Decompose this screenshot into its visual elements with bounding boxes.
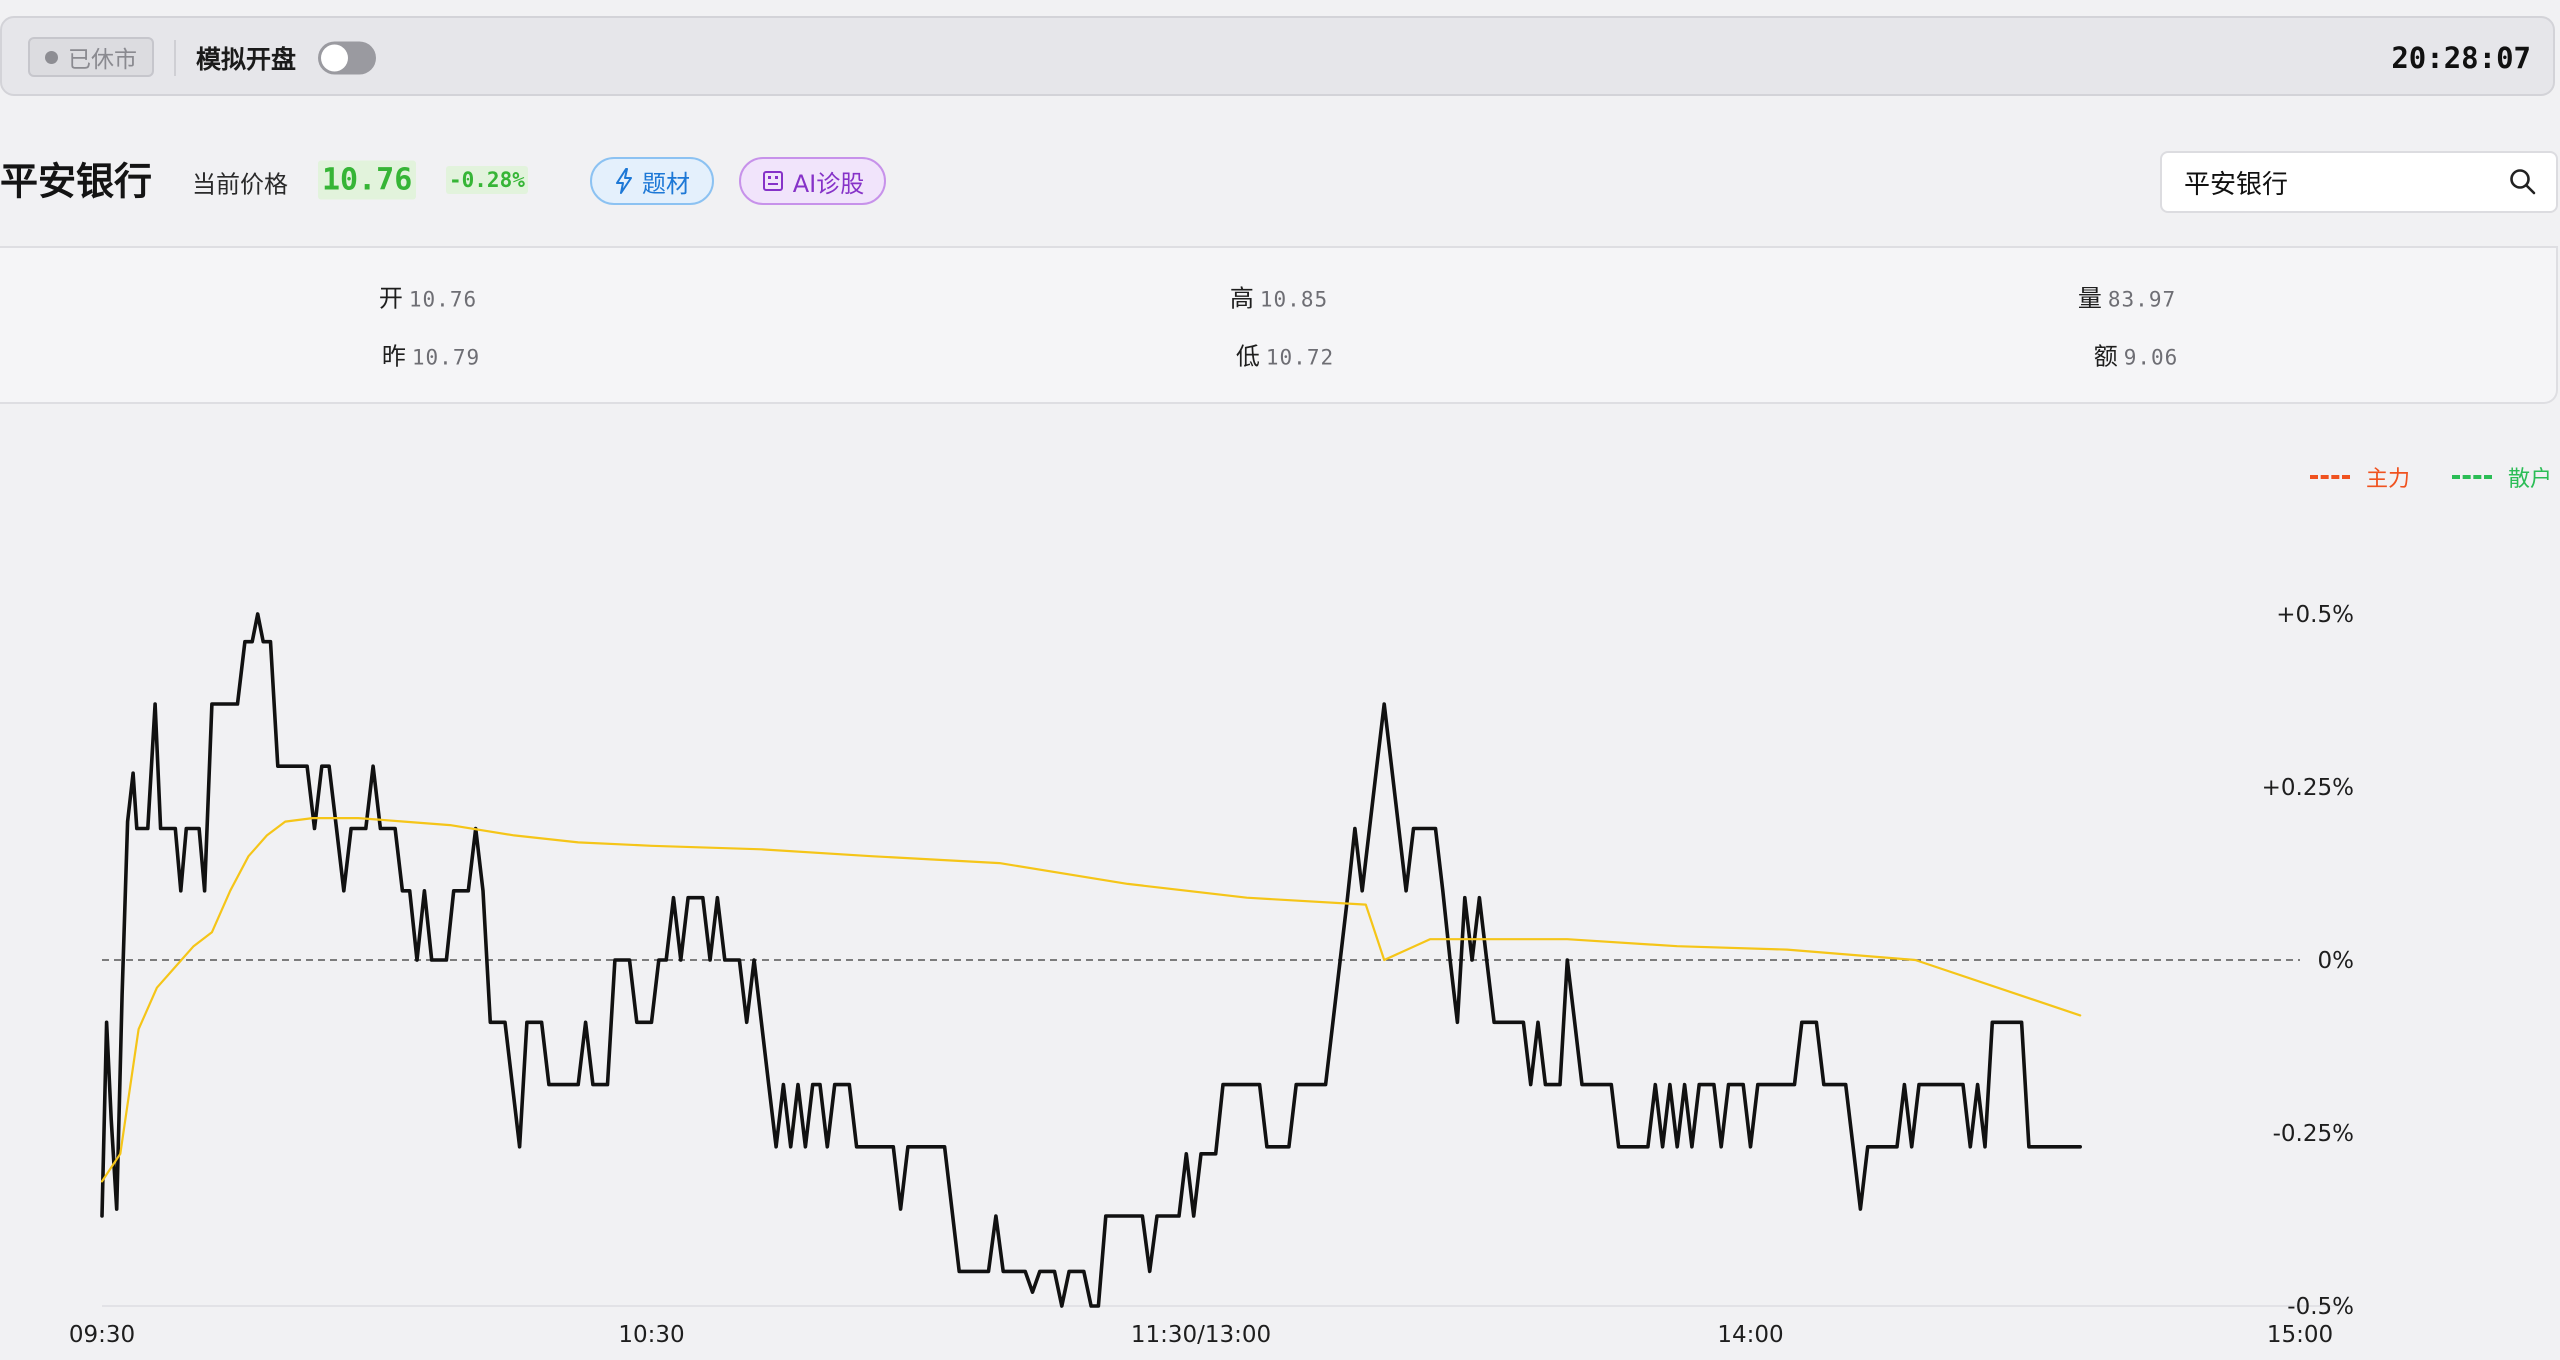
legend-retail-swatch (2452, 475, 2492, 479)
intraday-chart[interactable]: +0.5% +0.25% 0% -0.25% -0.5% 09:30 10:30 11:30/… (0, 0, 2560, 1360)
x-tick-label: 15:00 (2267, 1322, 2333, 1348)
x-tick-label: 09:30 (69, 1322, 135, 1348)
y-tick-label: +0.25% (2262, 775, 2354, 801)
x-tick-label: 14:00 (1717, 1322, 1783, 1348)
legend-main-force: 主力 (2310, 461, 2410, 493)
legend-main-label: 主力 (2366, 467, 2411, 492)
legend-main-swatch (2310, 475, 2350, 479)
y-tick-label: +0.5% (2276, 602, 2354, 628)
y-tick-label: -0.25% (2273, 1121, 2354, 1147)
y-tick-label: -0.5% (2287, 1294, 2354, 1320)
x-tick-label: 10:30 (618, 1322, 684, 1348)
y-tick-label: 0% (2318, 948, 2355, 974)
x-tick-label: 11:30/13:00 (1131, 1322, 1271, 1348)
legend-retail: 散户 (2452, 461, 2552, 493)
legend-retail-label: 散户 (2508, 467, 2553, 492)
